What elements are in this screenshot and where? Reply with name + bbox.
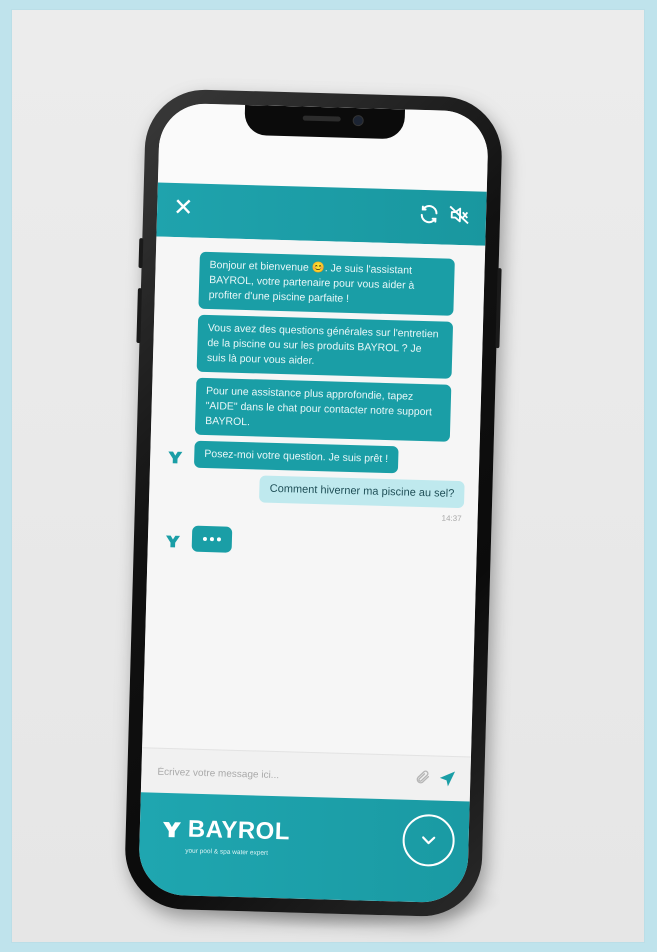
bayrol-avatar-icon [166, 535, 181, 548]
typing-dot [202, 536, 208, 542]
side-button [136, 288, 142, 344]
chat-area: Bonjour et bienvenue 😊. Je suis l'assist… [142, 236, 486, 758]
camera [352, 114, 364, 127]
bayrol-logo: BAYROL [161, 815, 290, 847]
bot-typing [162, 525, 464, 559]
message-timestamp: 14:37 [441, 513, 462, 524]
typing-indicator [191, 525, 233, 553]
paperclip-icon[interactable] [414, 769, 430, 785]
message-bubble: Comment hiverner ma piscine au sel? [259, 475, 465, 509]
speaker-mute-icon[interactable] [448, 204, 471, 227]
brand-tagline: your pool & spa water expert [185, 847, 269, 857]
speaker [302, 115, 341, 122]
refresh-icon[interactable] [418, 203, 441, 226]
side-button [138, 238, 144, 269]
chat-toggle-button[interactable] [401, 813, 456, 868]
message-bubble: Vous avez des questions générales sur l'… [196, 314, 454, 379]
bot-message: Vous avez des questions générales sur l'… [167, 314, 469, 379]
message-bubble: Bonjour et bienvenue 😊. Je suis l'assist… [198, 251, 455, 316]
brand-name: BAYROL [187, 815, 291, 846]
bot-message: Posez-moi votre question. Je suis prêt ! [164, 440, 466, 475]
typing-dot [209, 537, 215, 542]
phone-frame: ✕ Bonjour et bienvenue 😊. Je suis l'assi… [123, 88, 504, 918]
typing-dot [216, 537, 222, 542]
bayrol-logo-icon [163, 821, 182, 838]
message-bubble: Posez-moi votre question. Je suis prêt ! [193, 440, 399, 474]
message-bubble: Pour une assistance plus approfondie, ta… [194, 377, 452, 442]
user-message: Comment hiverner ma piscine au sel? [163, 473, 465, 509]
close-icon[interactable]: ✕ [173, 194, 194, 222]
phone-screen: ✕ Bonjour et bienvenue 😊. Je suis l'assi… [138, 102, 489, 904]
send-icon[interactable] [438, 770, 456, 788]
notch [243, 104, 405, 140]
bot-message: Bonjour et bienvenue 😊. Je suis l'assist… [168, 251, 470, 316]
brand-footer: BAYROL your pool & spa water expert [138, 792, 470, 904]
bayrol-avatar-icon [168, 451, 183, 464]
chevron-down-icon [422, 836, 436, 845]
message-input[interactable] [155, 760, 380, 789]
chat-header: ✕ [156, 182, 487, 246]
bot-message: Pour une assistance plus approfondie, ta… [165, 377, 467, 442]
